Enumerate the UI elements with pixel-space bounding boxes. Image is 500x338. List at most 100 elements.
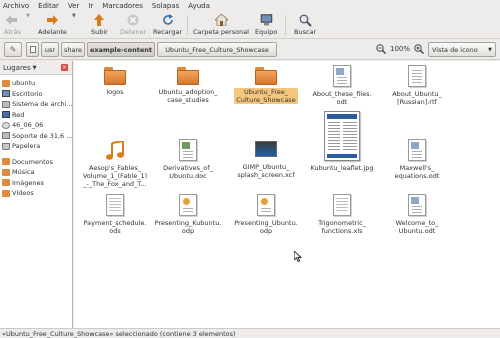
- zoom-in-icon[interactable]: [414, 44, 425, 56]
- file-item-aesops-fables[interactable]: Aesop's_Fables_ Volume_1_(Fable_1) _-_Th…: [79, 139, 151, 188]
- path-scroll-left-button[interactable]: [26, 42, 39, 57]
- sidebar-header[interactable]: Lugares ▼ ×: [0, 61, 72, 75]
- reload-icon: [161, 13, 175, 27]
- folder-icon: [2, 179, 10, 187]
- forward-button[interactable]: Adelante: [38, 12, 67, 36]
- up-button[interactable]: Subir: [91, 12, 108, 36]
- network-icon: [2, 111, 10, 119]
- toolbar-separator: [285, 15, 286, 35]
- arrow-right-icon: [45, 13, 59, 27]
- status-bar: «Ubuntu_Free_Culture_Showcase» seleccion…: [0, 328, 500, 338]
- folder-icon: [2, 158, 10, 166]
- pencil-icon: ✎: [9, 45, 17, 54]
- file-item-about-ubuntu-russian[interactable]: About_Ubuntu_ [Russian].rtf: [381, 65, 453, 106]
- sidebar-item-videos[interactable]: Vídeos: [0, 188, 72, 199]
- file-item-payment-schedule[interactable]: Payment_schedule. ods: [79, 194, 151, 235]
- back-dropdown-button[interactable]: ▼: [26, 13, 30, 19]
- music-note-icon: [104, 139, 126, 161]
- folder-icon: [2, 189, 10, 197]
- chevron-down-icon: ▼: [72, 13, 76, 19]
- status-text: «Ubuntu_Free_Culture_Showcase» seleccion…: [2, 329, 236, 338]
- menu-ir[interactable]: Ir: [88, 2, 93, 10]
- forward-dropdown-button[interactable]: ▼: [72, 13, 76, 19]
- sidebar-item-documentos[interactable]: Documentos: [0, 157, 72, 168]
- arrow-left-icon: [5, 13, 19, 27]
- close-icon[interactable]: ×: [61, 64, 68, 71]
- document-icon: [408, 65, 426, 87]
- sidebar-item-imagenes[interactable]: Imágenes: [0, 178, 72, 189]
- back-button[interactable]: Atrás: [4, 12, 21, 36]
- menu-archivo[interactable]: Archivo: [3, 2, 29, 10]
- file-item-derivatives-of-ubuntu[interactable]: Derivatives_of_ Ubuntu.doc: [152, 139, 224, 180]
- sidebar-item-filesystem[interactable]: Sistema de archi...: [0, 99, 72, 110]
- file-item-gimp-splash[interactable]: GIMP_Ubuntu_ splash_screen.xcf: [230, 141, 302, 179]
- menu-marcadores[interactable]: Marcadores: [102, 2, 143, 10]
- sidebar-item-escritorio[interactable]: Escritorio: [0, 89, 72, 100]
- sidebar-item-46-06-06[interactable]: 46_06_06: [0, 120, 72, 131]
- trash-icon: [2, 142, 10, 150]
- menubar: Archivo Editar Ver Ir Marcadores Solapas…: [0, 0, 500, 12]
- document-icon: [408, 194, 426, 216]
- drive-icon: [2, 132, 10, 140]
- sidebar-item-red[interactable]: Red: [0, 110, 72, 121]
- toolbar: Atrás ▼ Adelante ▼ Subir Detener Recarga…: [0, 12, 500, 39]
- computer-icon: [259, 13, 273, 27]
- menu-editar[interactable]: Editar: [38, 2, 59, 10]
- path-button-usr[interactable]: usr: [41, 42, 59, 57]
- document-icon: [179, 139, 197, 161]
- presentation-icon: [257, 194, 275, 216]
- presentation-icon: [179, 194, 197, 216]
- chevron-down-icon: ▼: [32, 64, 37, 71]
- path-button-showcase[interactable]: Ubuntu_Free_Culture_Showcase: [157, 42, 277, 57]
- folder-icon: [177, 67, 199, 85]
- menu-ver[interactable]: Ver: [68, 2, 79, 10]
- spreadsheet-icon: [333, 194, 351, 216]
- spreadsheet-icon: [106, 194, 124, 216]
- file-item-ubuntu-adoption[interactable]: Ubuntu_adoption_ case_studies: [152, 67, 224, 104]
- view-mode-select[interactable]: Vista de icono ▼: [428, 42, 496, 57]
- menu-ayuda[interactable]: Ayuda: [188, 2, 210, 10]
- location-toggle-button[interactable]: ✎: [4, 42, 22, 57]
- file-item-kubuntu-leaflet[interactable]: Kubuntu_leaflet.jpg: [306, 111, 378, 172]
- disc-icon: [2, 121, 10, 129]
- file-item-welcome-to-ubuntu[interactable]: Welcome_to_ Ubuntu.odt: [381, 194, 453, 235]
- image-thumbnail-icon: [324, 111, 360, 161]
- sidebar-item-musica[interactable]: Música: [0, 167, 72, 178]
- file-item-logos[interactable]: logos: [79, 67, 151, 96]
- zoom-level: 100%: [390, 45, 411, 53]
- document-icon: [333, 65, 351, 87]
- path-button-example-content[interactable]: example-content: [87, 42, 155, 57]
- sidebar-item-papelera[interactable]: Papelera: [0, 141, 72, 152]
- desktop-icon: [2, 90, 10, 98]
- sidebar-item-ubuntu[interactable]: ubuntu: [0, 78, 72, 89]
- file-item-presenting-kubuntu[interactable]: Presenting_Kubuntu. odp: [152, 194, 224, 235]
- folder-icon: [104, 67, 126, 85]
- mouse-cursor-icon: [293, 250, 303, 264]
- file-item-trigonometric-functions[interactable]: Trigonometric_ functions.xls: [306, 194, 378, 235]
- computer-button[interactable]: Equipo: [255, 12, 277, 36]
- path-button-share[interactable]: share: [61, 42, 85, 57]
- file-item-about-these-files[interactable]: About_these_files. odt: [306, 65, 378, 106]
- zoom-out-icon[interactable]: [376, 44, 387, 56]
- file-item-maxwells-equations[interactable]: Maxwell's_ equations.odt: [381, 139, 453, 180]
- file-icon: [29, 46, 36, 53]
- file-item-free-culture-showcase[interactable]: Ubuntu_Free_ Culture_Showcase: [230, 67, 302, 104]
- drive-icon: [2, 100, 10, 108]
- home-folder-icon: [2, 79, 10, 87]
- home-button[interactable]: Carpeta personal: [193, 12, 249, 36]
- folder-icon: [255, 67, 277, 85]
- search-button[interactable]: Buscar: [294, 12, 316, 36]
- reload-button[interactable]: Recargar: [153, 12, 182, 36]
- image-file-icon: [255, 141, 277, 157]
- file-item-presenting-ubuntu[interactable]: Presenting_Ubuntu. odp: [230, 194, 302, 235]
- menu-solapas[interactable]: Solapas: [152, 2, 179, 10]
- stop-button[interactable]: Detener: [120, 12, 146, 36]
- stop-icon: [126, 13, 140, 27]
- folder-icon: [2, 168, 10, 176]
- file-view[interactable]: logos Ubuntu_adoption_ case_studies Ubun…: [74, 61, 500, 328]
- location-bar: ✎ usr share example-content Ubuntu_Free_…: [0, 40, 500, 60]
- home-icon: [214, 13, 228, 27]
- sidebar-item-soporte[interactable]: Soporte de 31,6 ...: [0, 131, 72, 142]
- chevron-down-icon: ▼: [26, 13, 30, 19]
- search-icon: [298, 13, 312, 27]
